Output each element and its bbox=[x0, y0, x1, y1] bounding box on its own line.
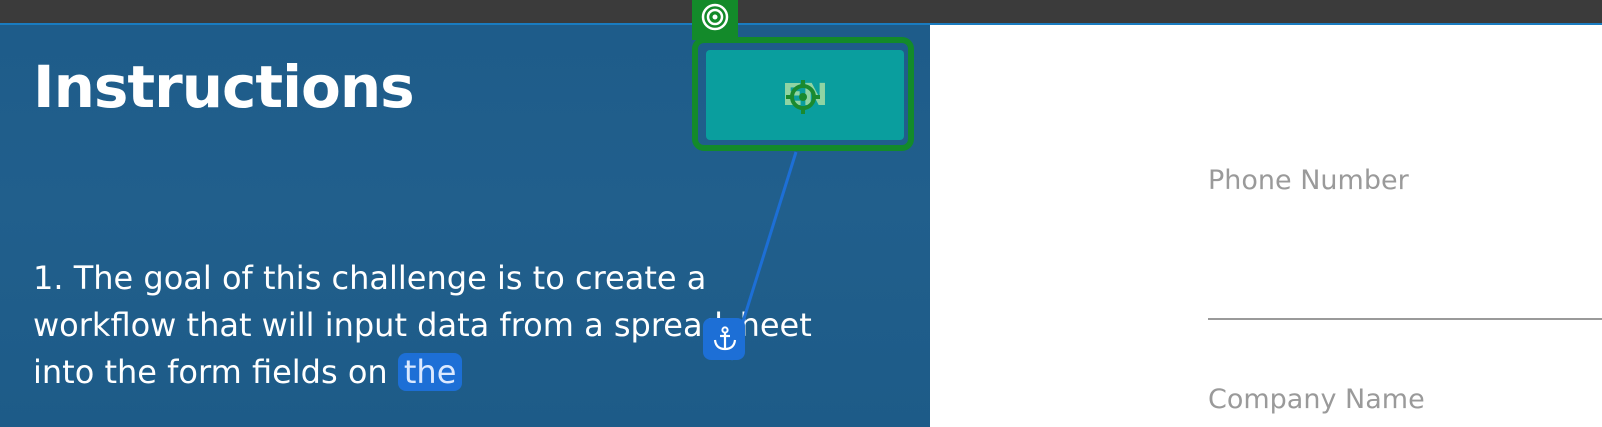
anchor-icon bbox=[713, 326, 737, 351]
company-name-label: Company Name bbox=[1208, 384, 1425, 415]
language-toggle-button[interactable]: EN bbox=[706, 50, 904, 140]
browser-top-bar bbox=[0, 0, 1602, 25]
highlighted-anchor-text: the bbox=[397, 353, 463, 391]
phone-number-input[interactable] bbox=[1208, 210, 1602, 320]
target-icon bbox=[701, 3, 729, 31]
instructions-title: Instructions bbox=[33, 53, 415, 121]
phone-number-label: Phone Number bbox=[1208, 165, 1409, 196]
